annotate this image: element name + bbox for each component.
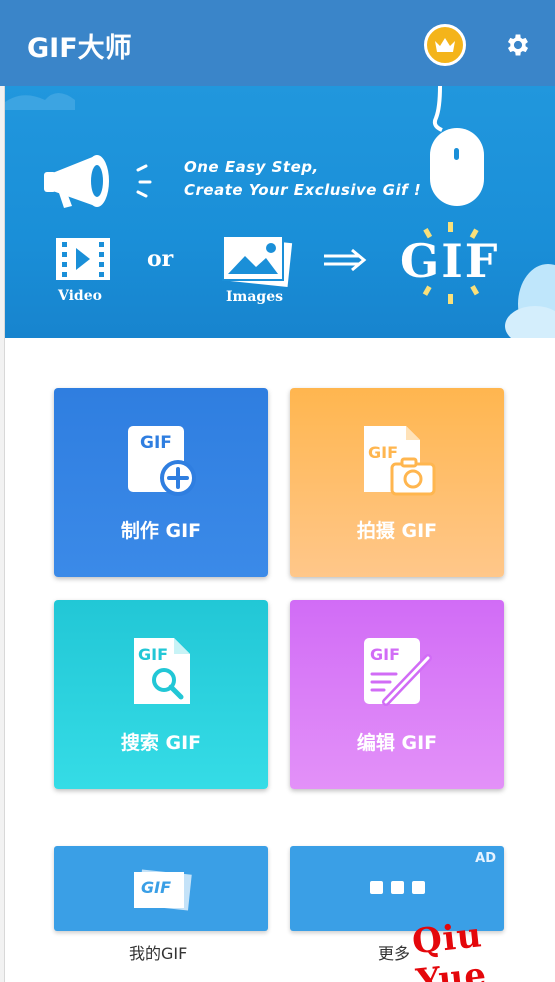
banner-images-caption: Images: [226, 289, 284, 305]
settings-button[interactable]: [500, 27, 536, 63]
arrow-right-icon: [324, 248, 367, 272]
background-window-edge: [0, 86, 5, 982]
banner-or-text: or: [147, 246, 174, 272]
search-gif-tile[interactable]: GIF 搜索 GIF: [54, 600, 268, 789]
make-gif-label: 制作 GIF: [120, 520, 202, 542]
banner-gif-text: GIF: [400, 234, 500, 288]
search-gif-icon-text: GIF: [138, 645, 169, 664]
megaphone-icon: [44, 155, 152, 208]
edit-gif-icon-text: GIF: [370, 645, 401, 664]
my-gif-tile[interactable]: GIF: [54, 846, 268, 931]
search-gif-label: 搜索 GIF: [120, 732, 202, 754]
shoot-gif-tile[interactable]: GIF 拍摄 GIF: [290, 388, 504, 577]
video-film-icon: [56, 238, 110, 280]
app-title: GIF大师: [27, 33, 132, 64]
gear-icon: [507, 34, 529, 56]
promo-banner[interactable]: One Easy Step, Create Your Exclusive Gif…: [0, 86, 555, 338]
make-gif-icon-text: GIF: [140, 433, 172, 453]
banner-video-caption: Video: [58, 288, 102, 304]
ad-tag: AD: [475, 851, 496, 866]
edit-gif-label: 编辑 GIF: [356, 732, 438, 754]
make-gif-tile[interactable]: GIF 制作 GIF: [54, 388, 268, 577]
shoot-gif-label: 拍摄 GIF: [356, 520, 438, 542]
vip-crown-button[interactable]: [424, 24, 466, 66]
banner-tagline-line1: One Easy Step,: [184, 158, 319, 176]
images-icon: [222, 235, 293, 288]
my-gif-label: 我的GIF: [129, 944, 188, 963]
shoot-gif-icon-text: GIF: [368, 443, 399, 462]
mouse-icon: [430, 86, 484, 206]
app-bar: GIF大师: [0, 0, 555, 86]
more-label: 更多: [378, 944, 411, 963]
crown-icon: [435, 38, 455, 52]
my-gif-icon-text: GIF: [141, 878, 172, 897]
more-dots-icon: [370, 881, 425, 894]
edit-gif-tile[interactable]: GIF 编辑 GIF: [290, 600, 504, 789]
banner-tagline-line2: Create Your Exclusive Gif !: [184, 181, 422, 199]
